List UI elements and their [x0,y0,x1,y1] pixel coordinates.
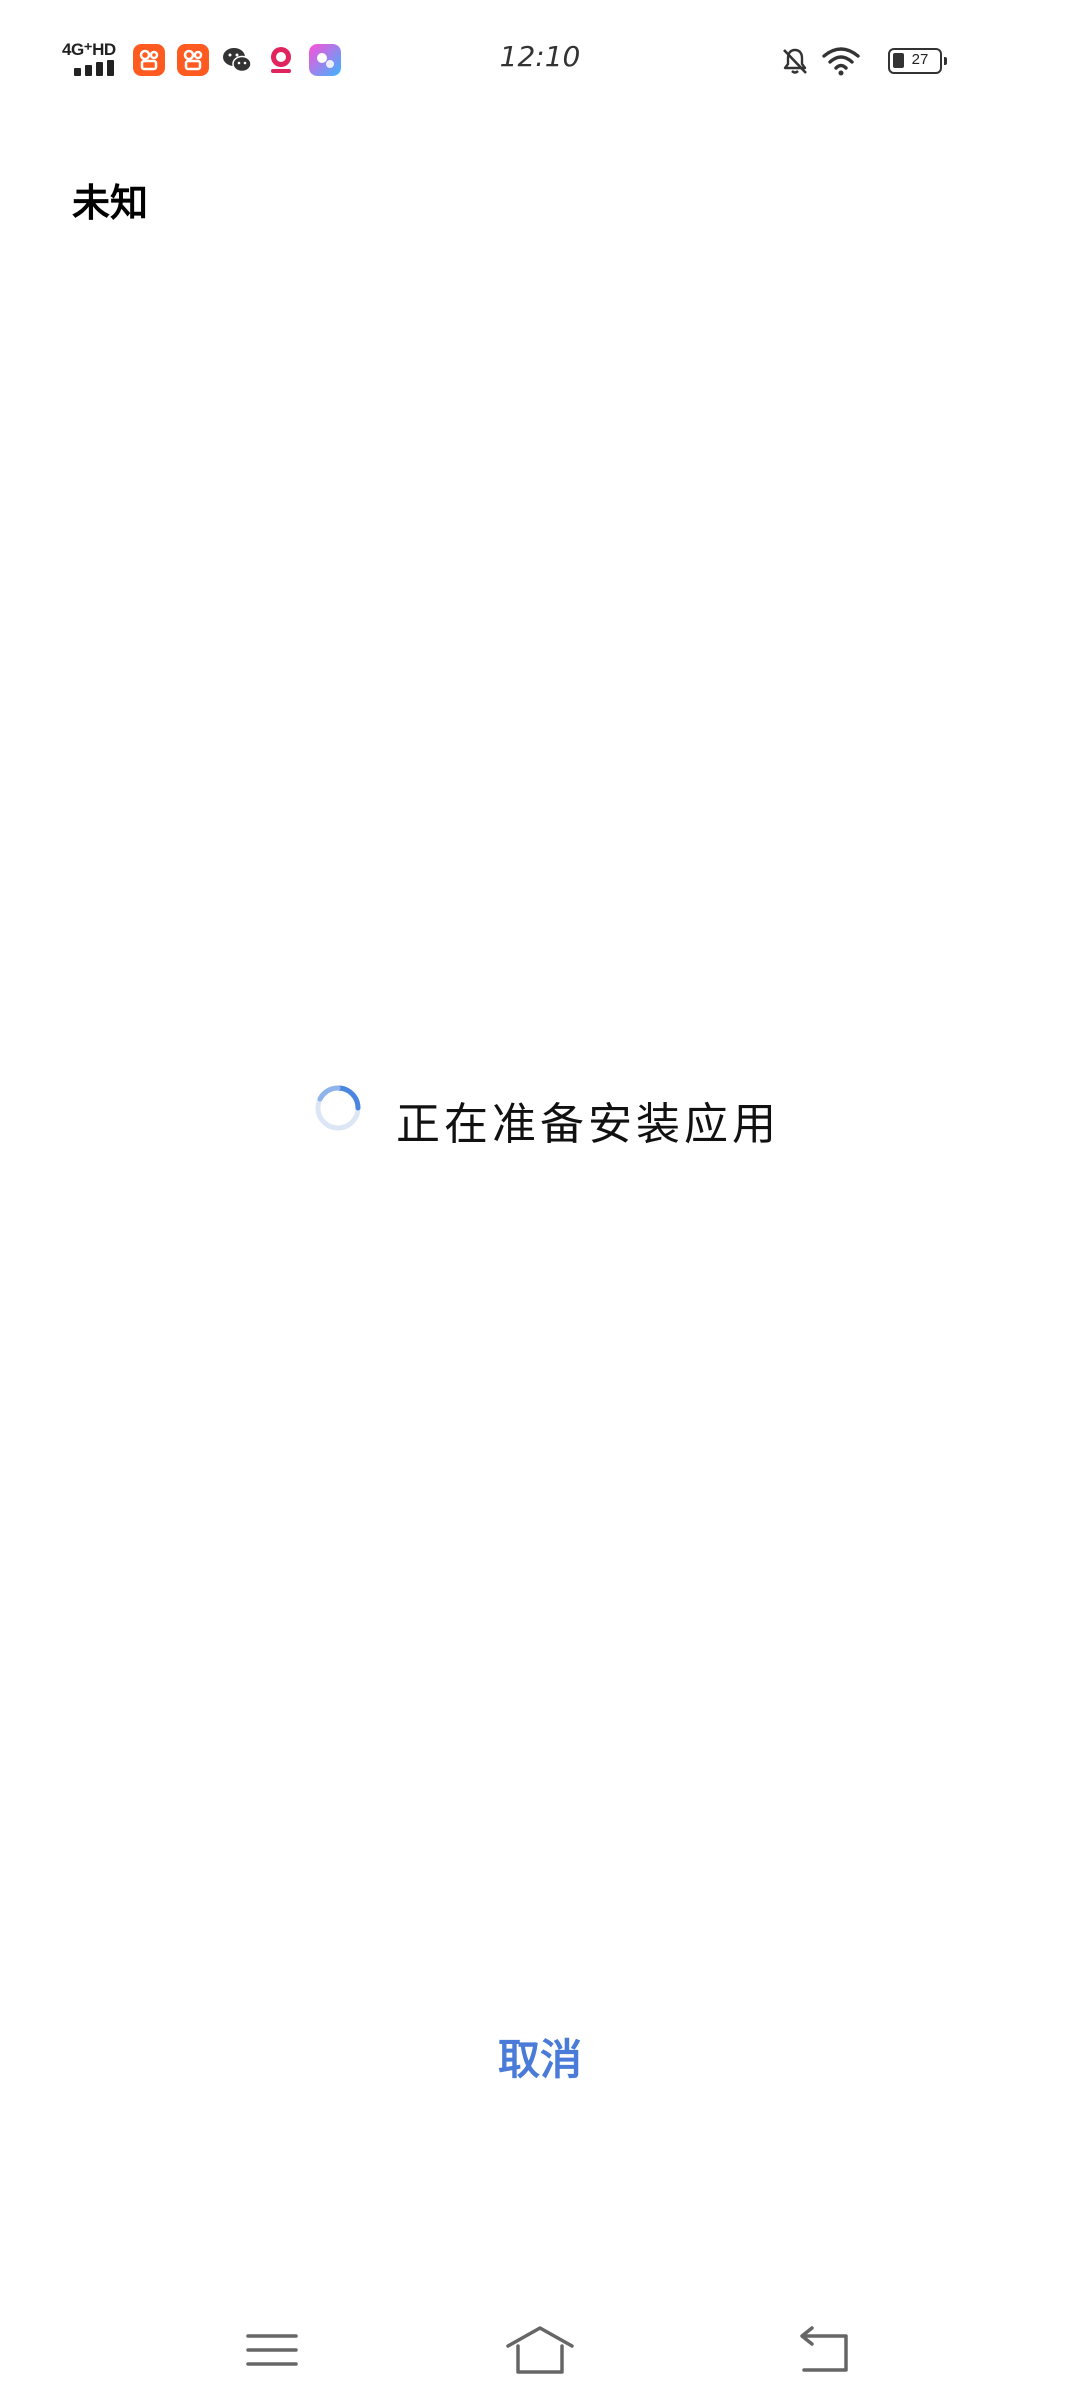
kuaishou-icon [177,44,209,76]
navigation-bar [0,2300,1080,2400]
notifications-muted-icon [783,48,807,74]
battery-fill [893,53,904,68]
video-app-icon [309,44,341,76]
screen: 4G⁺HD 12:10 27 未知 正在准备安装应用 取消 [0,0,1080,2400]
signal-bars-icon [74,60,114,76]
photo-app-icon [265,44,297,76]
loading-spinner-icon [315,1085,361,1131]
battery-percentage: 27 [911,51,929,68]
install-progress: 正在准备安装应用 [0,1080,1080,1150]
status-clock: 12:10 [499,40,581,73]
kuaishou-icon [133,44,165,76]
battery-nub [944,57,947,65]
battery-icon: 27 [888,48,947,74]
cellular-signal-icon: 4G⁺HD [62,40,122,80]
menu-icon[interactable] [232,2320,312,2380]
loading-message: 正在准备安装应用 [396,1099,780,1150]
back-icon[interactable] [784,2320,864,2380]
network-type: 4G⁺HD [62,40,116,59]
home-icon[interactable] [500,2320,580,2380]
wifi-icon [822,47,860,76]
cancel-button[interactable]: 取消 [440,2025,640,2095]
wechat-icon [223,48,252,73]
status-bar: 4G⁺HD 12:10 27 [0,0,1080,120]
app-name-title: 未知 [72,181,149,225]
